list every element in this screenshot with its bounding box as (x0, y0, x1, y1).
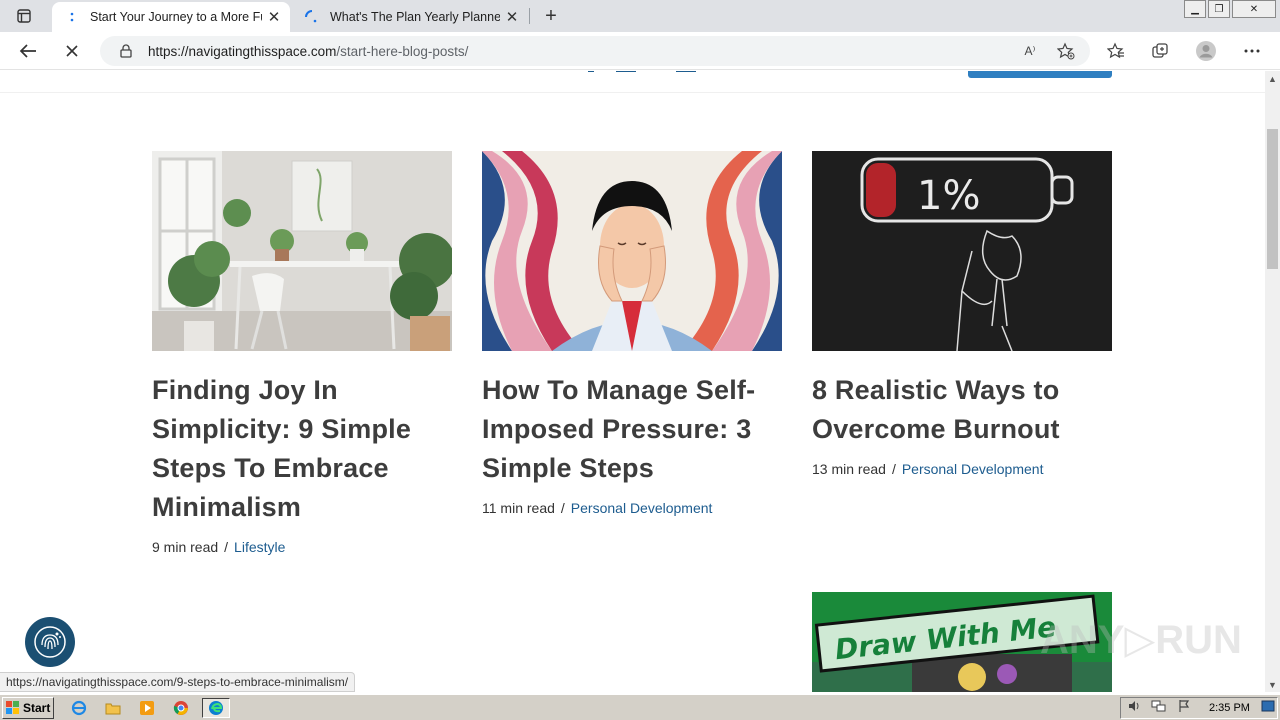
chrome-icon[interactable] (170, 698, 192, 718)
meta-separator: / (891, 461, 896, 477)
browser-tab-bar: Start Your Journey to a More Ful ✕ What'… (0, 0, 1280, 32)
read-time: 11 min read (482, 500, 555, 516)
fingerprint-icon (34, 626, 66, 658)
header-cta-button[interactable] (968, 71, 1112, 78)
post-card-self-imposed-pressure[interactable]: How To Manage Self-Imposed Pressure: 3 S… (482, 151, 782, 516)
network-icon[interactable] (1151, 699, 1167, 718)
loading-favicon-icon (304, 9, 320, 25)
close-window-icon[interactable]: ✕ (1232, 0, 1276, 18)
edge-icon[interactable] (202, 698, 230, 718)
tab-title: Start Your Journey to a More Ful (90, 10, 262, 24)
close-tab-icon[interactable]: ✕ (500, 5, 524, 29)
more-menu-icon[interactable] (1238, 37, 1266, 65)
post-card-burnout[interactable]: 1% 8 Realistic Ways to Overcome Burnout … (812, 151, 1112, 477)
tab-title: What's The Plan Yearly Planner (330, 10, 500, 24)
post-thumbnail[interactable] (152, 151, 452, 351)
scroll-up-icon[interactable]: ▲ (1265, 71, 1280, 86)
post-meta: 13 min read / Personal Development (812, 461, 1112, 477)
back-arrow-icon[interactable] (14, 37, 42, 65)
system-tray: 2:35 PM (1120, 697, 1278, 719)
scroll-down-icon[interactable]: ▼ (1265, 677, 1280, 692)
read-time: 9 min read (152, 539, 219, 555)
tab-start-your-journey[interactable]: Start Your Journey to a More Ful ✕ (52, 2, 290, 32)
read-time: 13 min read (812, 461, 886, 477)
start-button[interactable]: Start (2, 697, 54, 719)
post-title[interactable]: Finding Joy In Simplicity: 9 Simple Step… (152, 371, 452, 527)
profile-avatar-icon[interactable] (1192, 37, 1220, 65)
add-favorite-icon[interactable] (1056, 41, 1076, 61)
windows-taskbar: Start 2:35 PM (0, 694, 1280, 720)
lock-icon[interactable] (118, 43, 134, 59)
meta-separator: / (560, 500, 565, 516)
windows-logo-icon (6, 701, 19, 714)
battery-percent-text: 1% (917, 173, 980, 219)
volume-icon[interactable] (1127, 699, 1141, 718)
post-thumbnail[interactable]: 1% (812, 151, 1112, 351)
taskbar-clock[interactable]: 2:35 PM (1209, 702, 1250, 714)
minimize-window-icon[interactable]: ▁ (1184, 0, 1206, 18)
url-text: https://navigatingthisspace.com/start-he… (148, 44, 468, 59)
post-title[interactable]: How To Manage Self-Imposed Pressure: 3 S… (482, 371, 782, 488)
tab-yearly-planner[interactable]: What's The Plan Yearly Planner ✕ (292, 2, 528, 32)
close-tab-icon[interactable]: ✕ (262, 5, 286, 29)
browser-toolbar: https://navigatingthisspace.com/start-he… (0, 32, 1280, 70)
page-viewport: Finding Joy In Simplicity: 9 Simple Step… (0, 71, 1265, 692)
new-tab-icon[interactable]: + (538, 4, 564, 28)
tab-actions-icon[interactable] (8, 4, 40, 28)
anyrun-watermark: ANY▷RUN (1040, 618, 1242, 662)
file-explorer-icon[interactable] (102, 698, 124, 718)
internet-explorer-icon[interactable] (68, 698, 90, 718)
media-player-icon[interactable] (136, 698, 158, 718)
category-link[interactable]: Lifestyle (234, 539, 285, 555)
category-link[interactable]: Personal Development (571, 500, 713, 516)
post-meta: 9 min read / Lifestyle (152, 539, 452, 555)
url-host: https://navigatingthisspace.com (148, 43, 337, 59)
collections-icon[interactable] (1146, 37, 1174, 65)
tab-divider (529, 8, 530, 24)
show-desktop-icon[interactable] (1261, 699, 1275, 717)
start-label: Start (23, 701, 51, 715)
fingerprint-widget-button[interactable] (25, 617, 75, 667)
status-bar-url: https://navigatingthisspace.com/9-steps-… (0, 672, 356, 692)
post-thumbnail[interactable] (482, 151, 782, 351)
post-meta: 11 min read / Personal Development (482, 500, 782, 516)
page-scrollbar[interactable]: ▲ ▼ (1265, 71, 1280, 692)
scrollbar-thumb[interactable] (1267, 129, 1278, 269)
social-icons-partial (588, 71, 696, 72)
stop-loading-icon[interactable] (58, 37, 86, 65)
url-path: /start-here-blog-posts/ (336, 43, 469, 59)
action-center-flag-icon[interactable] (1177, 699, 1191, 718)
address-bar[interactable]: https://navigatingthisspace.com/start-he… (100, 36, 1090, 66)
favorites-icon[interactable] (1102, 37, 1130, 65)
read-aloud-icon[interactable]: A⁾ (1020, 41, 1040, 61)
loading-favicon-icon (64, 9, 80, 25)
meta-separator: / (224, 539, 229, 555)
post-card-minimalism[interactable]: Finding Joy In Simplicity: 9 Simple Step… (152, 151, 452, 555)
category-link[interactable]: Personal Development (902, 461, 1044, 477)
restore-window-icon[interactable]: ❐ (1208, 0, 1230, 18)
post-title[interactable]: 8 Realistic Ways to Overcome Burnout (812, 371, 1112, 449)
